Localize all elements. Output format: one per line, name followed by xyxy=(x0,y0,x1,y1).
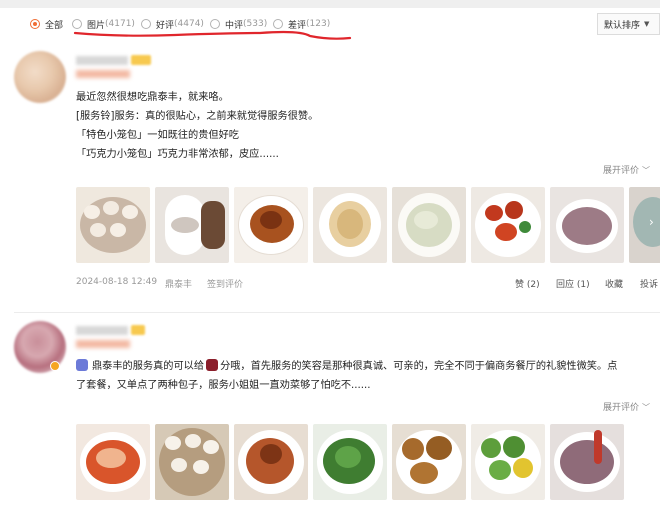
food-photo[interactable] xyxy=(471,187,545,263)
chevron-right-icon[interactable]: › xyxy=(649,215,654,229)
food-photo[interactable] xyxy=(392,424,466,500)
food-photo[interactable] xyxy=(234,187,308,263)
sort-dropdown[interactable]: 默认排序 ▼ xyxy=(597,13,660,35)
review-filter-bar: 全部 图片 (4171) 好评 (4474) 中评 (533) 差评 (123) xyxy=(0,8,660,38)
reply-button[interactable]: 回应 (1) xyxy=(556,277,590,290)
food-photo[interactable] xyxy=(392,187,466,263)
review-line: 最近忽然很想吃鼎泰丰，就来咯。 xyxy=(76,92,229,103)
radio-icon xyxy=(210,19,220,29)
chevron-down-icon: ▼ xyxy=(644,20,650,28)
review-line: 鼎泰丰的服务真的可以给 分哦，首先服务的笑容是那种很真诚、可亲的，完全不同于偏商务… xyxy=(76,357,660,376)
food-photo[interactable] xyxy=(313,424,387,500)
heart-emoji-icon xyxy=(206,359,219,371)
food-photo[interactable] xyxy=(155,187,229,263)
food-photo[interactable] xyxy=(155,424,229,500)
rating-blurred xyxy=(76,70,130,78)
top-strip xyxy=(0,0,660,8)
filter-medium[interactable]: 中评 (533) xyxy=(210,16,267,32)
rating-blurred xyxy=(76,340,130,348)
collect-button[interactable]: 收藏 xyxy=(605,277,623,290)
filter-photos-count: (4171) xyxy=(105,19,135,29)
vip-badge-icon xyxy=(50,361,60,371)
filter-medium-count: (533) xyxy=(243,19,268,29)
review-line-1b: 分哦，首先服务的笑容是那种很真诚、可亲的，完全不同于偏商务餐厅的礼貌性微笑。点 xyxy=(220,361,618,372)
filter-good-label: 好评 xyxy=(156,20,175,31)
like-button[interactable]: 赞 (2) xyxy=(515,277,540,290)
filter-all[interactable]: 全部 xyxy=(30,16,63,32)
food-photo[interactable] xyxy=(550,424,624,500)
review-line: [服务铃]服务：真的很贴心，之前来就觉得服务很赞。 xyxy=(76,111,319,122)
photo-strip xyxy=(76,424,660,500)
review-text: 鼎泰丰的服务真的可以给 分哦，首先服务的笑容是那种很真诚、可亲的，完全不同于偏商务… xyxy=(76,357,660,395)
filter-medium-label: 中评 xyxy=(225,20,244,31)
expand-label: 展开评价 xyxy=(603,166,640,176)
review-line: 「巧克力小笼包」巧克力非常浓郁，皮应...... xyxy=(76,149,279,160)
shop-name[interactable]: 鼎泰丰 xyxy=(165,277,192,290)
chevron-down-icon: ﹀ xyxy=(642,403,651,412)
food-photo[interactable] xyxy=(471,424,545,500)
filter-photos[interactable]: 图片 (4171) xyxy=(72,16,135,32)
photo-strip: › xyxy=(76,187,660,263)
food-photo[interactable]: › xyxy=(629,187,660,263)
username-blurred[interactable] xyxy=(76,52,151,68)
review-item: 最近忽然很想吃鼎泰丰，就来咯。 [服务铃]服务：真的很贴心，之前来就觉得服务很赞… xyxy=(0,45,660,300)
review-line-1a: 鼎泰丰的服务真的可以给 xyxy=(92,361,205,372)
filter-bad-count: (123) xyxy=(306,19,331,29)
radio-selected-icon xyxy=(30,19,40,29)
filter-all-label: 全部 xyxy=(45,20,64,31)
filter-bad[interactable]: 差评 (123) xyxy=(273,16,330,32)
radio-icon xyxy=(72,19,82,29)
review-line: 「特色小笼包」一如既往的贵但好吃 xyxy=(76,130,239,141)
avatar[interactable] xyxy=(14,51,66,103)
food-photo[interactable] xyxy=(550,187,624,263)
review-text: 最近忽然很想吃鼎泰丰，就来咯。 [服务铃]服务：真的很贴心，之前来就觉得服务很赞… xyxy=(76,88,646,164)
radio-icon xyxy=(141,19,151,29)
filter-good-count: (4474) xyxy=(174,19,204,29)
chevron-down-icon: ﹀ xyxy=(642,166,651,175)
checkin-tag: 签到评价 xyxy=(207,280,244,290)
review-line: 了套餐，又单点了两种包子，服务小姐姐一直劝菜够了怕吃不...... xyxy=(76,380,371,391)
filter-photos-label: 图片 xyxy=(87,20,106,31)
expand-review-link[interactable]: 展开评价 ﹀ xyxy=(603,400,650,413)
report-button[interactable]: 投诉 xyxy=(640,277,658,290)
username-blurred[interactable] xyxy=(76,322,145,338)
filter-good[interactable]: 好评 (4474) xyxy=(141,16,204,32)
expand-review-link[interactable]: 展开评价 ﹀ xyxy=(603,163,650,176)
review-item: 鼎泰丰的服务真的可以给 分哦，首先服务的笑容是那种很真诚、可亲的，完全不同于偏商务… xyxy=(0,313,660,508)
clap-emoji-icon xyxy=(76,359,88,371)
food-photo[interactable] xyxy=(76,424,150,500)
review-date: 2024-08-18 12:49 xyxy=(76,277,158,287)
expand-label: 展开评价 xyxy=(603,403,640,413)
food-photo[interactable] xyxy=(234,424,308,500)
filter-bad-label: 差评 xyxy=(288,20,307,31)
sort-label: 默认排序 xyxy=(604,20,641,31)
food-photo[interactable] xyxy=(76,187,150,263)
review-meta: 2024-08-18 12:49 鼎泰丰 签到评价 赞 (2) 回应 (1) 收… xyxy=(76,275,660,291)
food-photo[interactable] xyxy=(313,187,387,263)
radio-icon xyxy=(273,19,283,29)
